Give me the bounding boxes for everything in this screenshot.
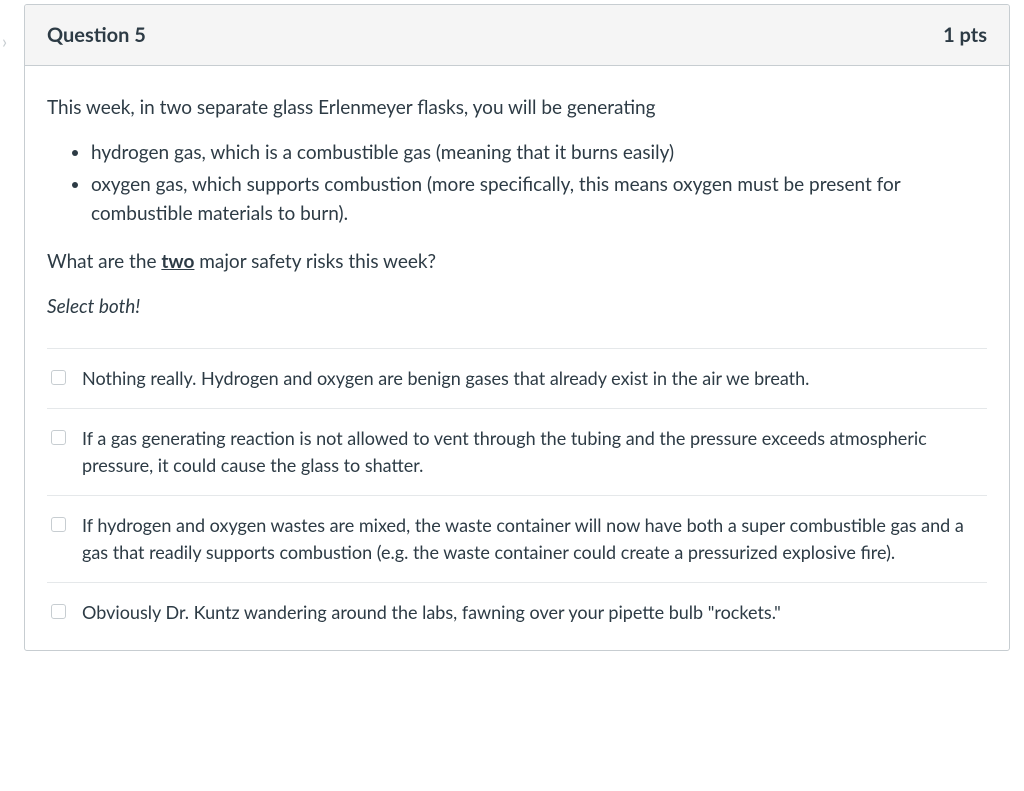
answer-label: If hydrogen and oxygen wastes are mixed,… <box>82 512 979 566</box>
prompt-suffix: major safety risks this week? <box>194 250 436 273</box>
answer-option[interactable]: If hydrogen and oxygen wastes are mixed,… <box>47 496 987 583</box>
prompt-prefix: What are the <box>47 250 161 273</box>
answer-label: Nothing really. Hydrogen and oxygen are … <box>82 365 809 392</box>
answer-checkbox[interactable] <box>51 430 66 445</box>
answer-checkbox[interactable] <box>51 604 66 619</box>
bullet-item: hydrogen gas, which is a combustible gas… <box>91 139 987 168</box>
question-bullets: hydrogen gas, which is a combustible gas… <box>47 139 987 229</box>
prompt-underlined: two <box>161 250 194 273</box>
question-points: 1 pts <box>943 23 987 47</box>
answer-option[interactable]: Obviously Dr. Kuntz wandering around the… <box>47 583 987 642</box>
question-header: Question 5 1 pts <box>25 5 1009 66</box>
question-intro: This week, in two separate glass Erlenme… <box>47 94 987 123</box>
answer-checkbox[interactable] <box>51 370 66 385</box>
chevron-right-icon: › <box>2 30 7 52</box>
question-body: This week, in two separate glass Erlenme… <box>25 66 1009 650</box>
question-title: Question 5 <box>47 23 146 47</box>
answers-list: Nothing really. Hydrogen and oxygen are … <box>47 348 987 642</box>
bullet-item: oxygen gas, which supports combustion (m… <box>91 171 987 228</box>
question-card: Question 5 1 pts This week, in two separ… <box>24 4 1010 651</box>
question-prompt: What are the two major safety risks this… <box>47 248 987 277</box>
answer-label: Obviously Dr. Kuntz wandering around the… <box>82 599 781 626</box>
answer-checkbox[interactable] <box>51 517 66 532</box>
answer-option[interactable]: Nothing really. Hydrogen and oxygen are … <box>47 349 987 409</box>
answer-label: If a gas generating reaction is not allo… <box>82 425 979 479</box>
select-hint: Select both! <box>47 295 987 318</box>
answer-option[interactable]: If a gas generating reaction is not allo… <box>47 409 987 496</box>
